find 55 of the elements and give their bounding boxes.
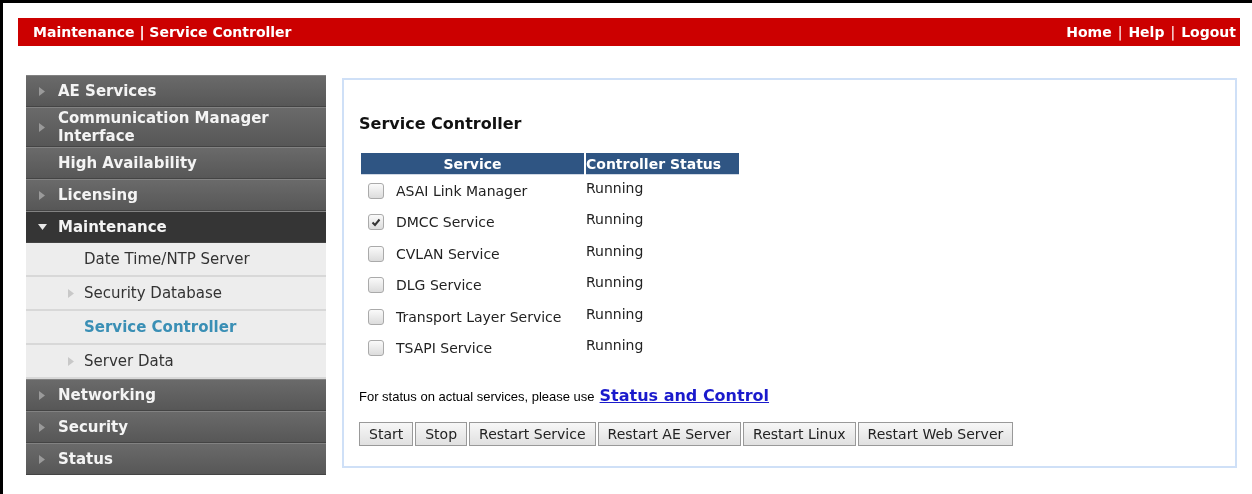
- service-status: Running: [586, 242, 644, 259]
- action-button[interactable]: Restart Linux: [743, 422, 856, 446]
- service-status: Running: [586, 211, 644, 228]
- caret-right-icon: [39, 454, 45, 464]
- service-name: DMCC Service: [396, 214, 495, 231]
- checkbox[interactable]: [368, 340, 384, 357]
- sidebar-item[interactable]: High Availability: [26, 147, 326, 179]
- sidebar-subitem[interactable]: Date Time/NTP Server: [26, 243, 326, 277]
- nav-link[interactable]: Help: [1128, 24, 1165, 40]
- service-name: CVLAN Service: [396, 245, 500, 262]
- action-button[interactable]: Restart AE Server: [597, 422, 742, 446]
- service-name: ASAI Link Manager: [396, 182, 528, 199]
- caret-down-icon: [37, 224, 47, 230]
- sidebar-subitem[interactable]: Security Database: [26, 277, 326, 311]
- service-name: TSAPI Service: [396, 340, 493, 357]
- sidebar-item[interactable]: Licensing: [26, 179, 326, 211]
- checkbox[interactable]: [368, 182, 384, 199]
- action-button[interactable]: Restart Web Server: [857, 422, 1014, 446]
- sidebar-item[interactable]: Networking: [26, 379, 326, 411]
- service-status: Running: [586, 305, 644, 322]
- nav-link[interactable]: Logout: [1181, 24, 1236, 40]
- caret-right-icon: [68, 288, 74, 298]
- column-header: Service: [361, 153, 584, 175]
- checkbox[interactable]: [368, 245, 384, 262]
- nav-link[interactable]: Home: [1066, 24, 1112, 40]
- service-name: DLG Service: [396, 277, 482, 294]
- action-button[interactable]: Stop: [415, 422, 468, 446]
- service-status: Running: [586, 179, 644, 196]
- checkbox[interactable]: [368, 214, 384, 231]
- action-button[interactable]: Start: [359, 422, 414, 446]
- sidebar-item[interactable]: AE Services: [26, 75, 326, 107]
- service-status: Running: [586, 337, 644, 354]
- sidebar-item[interactable]: Security: [26, 411, 326, 443]
- caret-right-icon: [39, 422, 45, 432]
- action-button[interactable]: Restart Service: [469, 422, 596, 446]
- caret-right-icon: [39, 390, 45, 400]
- sidebar-item[interactable]: Maintenance: [26, 211, 326, 243]
- breadcrumb: Maintenance | Service Controller: [33, 24, 292, 40]
- column-header: Controller Status: [586, 153, 739, 175]
- caret-right-icon: [39, 122, 45, 132]
- service-name: Transport Layer Service: [396, 308, 562, 325]
- nav-separator: |: [1117, 24, 1123, 40]
- caret-right-icon: [39, 190, 45, 200]
- sidebar-item[interactable]: Status: [26, 443, 326, 475]
- status-link[interactable]: Status and Control: [599, 386, 769, 405]
- caret-right-icon: [68, 356, 74, 366]
- note-text: For status on actual services, please use: [359, 389, 595, 404]
- caret-right-icon: [39, 86, 45, 96]
- checkbox[interactable]: [368, 277, 384, 294]
- checkbox[interactable]: [368, 308, 384, 325]
- service-status: Running: [586, 274, 644, 291]
- page-title: Service Controller: [359, 114, 523, 133]
- sidebar-item[interactable]: Communication Manager Interface: [26, 107, 326, 147]
- sidebar-subitem[interactable]: Server Data: [26, 345, 326, 379]
- nav-separator: |: [1170, 24, 1176, 40]
